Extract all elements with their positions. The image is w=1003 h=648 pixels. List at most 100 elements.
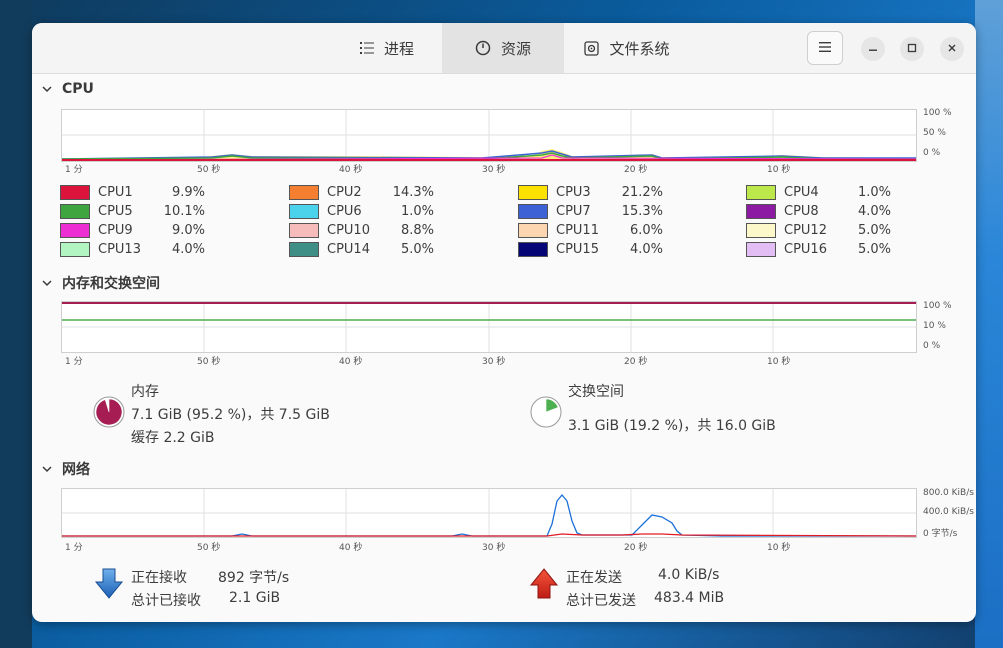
memory-y-tick-0: 0 % bbox=[923, 341, 941, 351]
hamburger-icon bbox=[819, 41, 831, 56]
tab-resources-label: 资源 bbox=[500, 39, 531, 58]
cpu-core-name: CPU8 bbox=[784, 204, 819, 219]
swap-label: 交换空间 bbox=[568, 384, 624, 400]
network-y-tick-400: 400.0 KiB/s bbox=[923, 507, 974, 517]
maximize-icon bbox=[907, 42, 917, 57]
gauge-icon bbox=[475, 40, 491, 56]
minimize-icon bbox=[868, 42, 878, 57]
cpu-color-swatch[interactable] bbox=[746, 242, 776, 257]
cpu-x-tick: 30 秒 bbox=[482, 165, 506, 175]
cpu-legend-item: CPU6 1.0% bbox=[289, 202, 434, 221]
cpu-color-swatch[interactable] bbox=[60, 185, 90, 200]
cpu-core-name: CPU14 bbox=[327, 242, 370, 257]
cpu-color-swatch[interactable] bbox=[518, 185, 548, 200]
cpu-color-swatch[interactable] bbox=[746, 185, 776, 200]
cpu-core-percent: 4.0% bbox=[171, 242, 205, 257]
cpu-core-name: CPU3 bbox=[556, 185, 591, 200]
network-y-tick-800: 800.0 KiB/s bbox=[923, 488, 974, 498]
cpu-legend-item: CPU10 8.8% bbox=[289, 221, 434, 240]
cpu-legend-item: CPU5 10.1% bbox=[60, 202, 205, 221]
cpu-color-swatch[interactable] bbox=[289, 204, 319, 219]
chevron-down-icon bbox=[42, 465, 52, 473]
tab-processes[interactable]: 进程 bbox=[332, 23, 442, 73]
total-sent-value: 483.4 MiB bbox=[654, 590, 725, 606]
cpu-color-swatch[interactable] bbox=[518, 242, 548, 257]
cpu-color-swatch[interactable] bbox=[518, 223, 548, 238]
cpu-legend-item: CPU15 4.0% bbox=[518, 240, 663, 259]
cpu-x-tick: 10 秒 bbox=[767, 165, 791, 175]
memory-x-tick: 1 分 bbox=[65, 357, 83, 367]
maximize-button[interactable] bbox=[900, 37, 924, 61]
main-menu-button[interactable] bbox=[807, 31, 843, 65]
cpu-section-header[interactable]: CPU bbox=[42, 81, 94, 97]
desktop-background-right bbox=[975, 0, 1003, 648]
disk-icon bbox=[584, 40, 600, 56]
network-x-tick: 20 秒 bbox=[624, 543, 648, 553]
cpu-color-swatch[interactable] bbox=[60, 242, 90, 257]
list-icon bbox=[359, 42, 374, 54]
cpu-core-percent: 4.0% bbox=[629, 242, 663, 257]
total-received-label: 总计已接收 bbox=[131, 593, 201, 609]
cpu-legend-item: CPU8 4.0% bbox=[746, 202, 891, 221]
swap-usage-pie bbox=[530, 396, 562, 428]
tab-filesystems[interactable]: 文件系统 bbox=[572, 23, 682, 73]
cpu-core-name: CPU12 bbox=[784, 223, 827, 238]
cpu-legend-item: CPU4 1.0% bbox=[746, 183, 891, 202]
tab-resources[interactable]: 资源 bbox=[442, 23, 564, 73]
memory-history-graph bbox=[61, 301, 917, 353]
cpu-core-percent: 5.0% bbox=[857, 223, 891, 238]
cpu-x-tick: 20 秒 bbox=[624, 165, 648, 175]
memory-x-tick: 40 秒 bbox=[339, 357, 363, 367]
memory-x-tick: 20 秒 bbox=[624, 357, 648, 367]
network-x-tick: 40 秒 bbox=[339, 543, 363, 553]
cpu-legend-item: CPU12 5.0% bbox=[746, 221, 891, 240]
network-x-tick: 50 秒 bbox=[197, 543, 221, 553]
memory-section-title: 内存和交换空间 bbox=[62, 276, 160, 292]
network-history-graph bbox=[61, 488, 917, 538]
network-x-tick: 10 秒 bbox=[767, 543, 791, 553]
memory-x-tick: 50 秒 bbox=[197, 357, 221, 367]
receiving-rate: 892 字节/s bbox=[218, 570, 290, 586]
cpu-core-name: CPU4 bbox=[784, 185, 819, 200]
upload-arrow-icon bbox=[529, 568, 559, 604]
cpu-core-percent: 5.0% bbox=[400, 242, 434, 257]
cpu-x-tick: 1 分 bbox=[65, 165, 83, 175]
cpu-core-percent: 8.8% bbox=[400, 223, 434, 238]
cpu-color-swatch[interactable] bbox=[60, 204, 90, 219]
cpu-core-name: CPU9 bbox=[98, 223, 133, 238]
cpu-color-swatch[interactable] bbox=[289, 242, 319, 257]
network-y-tick-0: 0 字节/s bbox=[923, 529, 958, 539]
close-button[interactable] bbox=[940, 37, 964, 61]
cpu-color-swatch[interactable] bbox=[746, 204, 776, 219]
cpu-x-tick: 50 秒 bbox=[197, 165, 221, 175]
minimize-button[interactable] bbox=[861, 37, 885, 61]
network-section-header[interactable]: 网络 bbox=[42, 459, 90, 479]
tab-processes-label: 进程 bbox=[383, 39, 414, 58]
receiving-label: 正在接收 bbox=[131, 570, 187, 586]
cpu-core-percent: 9.0% bbox=[171, 223, 205, 238]
cpu-core-percent: 5.0% bbox=[857, 242, 891, 257]
network-x-tick: 1 分 bbox=[65, 543, 83, 553]
header-bar: 进程 资源 文件系统 bbox=[32, 23, 976, 74]
cpu-color-swatch[interactable] bbox=[289, 223, 319, 238]
cpu-color-swatch[interactable] bbox=[60, 223, 90, 238]
system-monitor-window: 进程 资源 文件系统 CPU 100 % 50 % 0 % 1 分 50 秒 4… bbox=[32, 23, 976, 622]
memory-usage-pie bbox=[93, 396, 125, 428]
memory-cache: 缓存 2.2 GiB bbox=[131, 430, 215, 446]
cpu-legend-item: CPU13 4.0% bbox=[60, 240, 205, 259]
cpu-legend-item: CPU3 21.2% bbox=[518, 183, 663, 202]
memory-y-tick-100: 100 % bbox=[923, 301, 952, 311]
memory-pie-slice bbox=[95, 398, 123, 426]
tab-filesystems-label: 文件系统 bbox=[609, 39, 670, 58]
cpu-color-swatch[interactable] bbox=[289, 185, 319, 200]
cpu-core-name: CPU1 bbox=[98, 185, 133, 200]
memory-section-header[interactable]: 内存和交换空间 bbox=[42, 273, 160, 293]
memory-x-tick: 30 秒 bbox=[482, 357, 506, 367]
cpu-color-swatch[interactable] bbox=[518, 204, 548, 219]
cpu-legend-item: CPU9 9.0% bbox=[60, 221, 205, 240]
memory-x-tick: 10 秒 bbox=[767, 357, 791, 367]
download-arrow-icon bbox=[94, 568, 124, 604]
cpu-core-percent: 4.0% bbox=[857, 204, 891, 219]
cpu-color-swatch[interactable] bbox=[746, 223, 776, 238]
cpu-core-percent: 10.1% bbox=[163, 204, 205, 219]
